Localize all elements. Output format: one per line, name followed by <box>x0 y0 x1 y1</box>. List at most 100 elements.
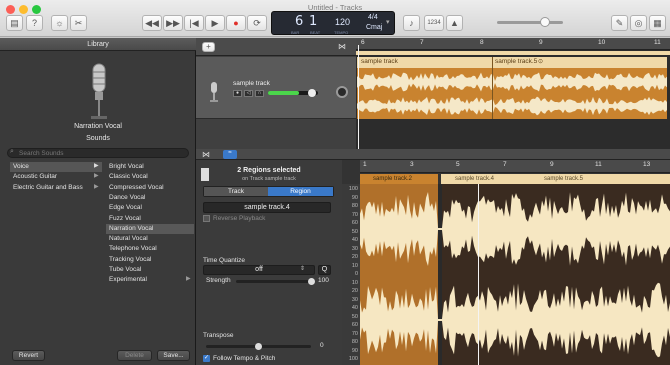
loop-icon: ◎ <box>634 18 643 28</box>
ruler-tick: 7 <box>503 161 507 168</box>
master-volume-knob[interactable] <box>540 17 550 27</box>
editor-waveform-area[interactable] <box>360 184 670 365</box>
waveform <box>360 192 670 358</box>
editor-ruler[interactable]: 1 3 5 7 9 11 13 <box>360 160 670 173</box>
loop-browser-button[interactable]: ◎ <box>630 15 647 31</box>
strength-value: 100 <box>318 277 329 284</box>
audio-region[interactable] <box>357 57 667 119</box>
lcd-display[interactable]: 6 1 BAR BEAT 120 TEMPO 4/4 Cmaj ▾ <box>271 11 395 35</box>
library-button[interactable]: ▤ <box>6 15 23 31</box>
ruler-tick: 7 <box>420 39 424 46</box>
master-volume-slider[interactable] <box>497 21 563 24</box>
axis-tick-label: 50 <box>351 313 358 320</box>
chevron-right-icon: ▶ <box>94 184 99 190</box>
editors-button[interactable]: ✂ <box>70 15 87 31</box>
save-button[interactable]: Save... <box>157 350 190 361</box>
fast-forward-icon: ▶▶ <box>166 18 180 28</box>
cycle-button[interactable]: ⟳ <box>247 15 267 31</box>
strength-knob[interactable] <box>308 278 315 285</box>
sound-item[interactable]: Compressed Vocal <box>106 183 194 193</box>
axis-tick-label: 20 <box>351 288 358 294</box>
lcd-bar: 6 <box>295 14 304 29</box>
tuner-button[interactable]: ♪ <box>403 15 420 31</box>
go-to-beginning-button[interactable]: |◀ <box>184 15 204 31</box>
cycle-icon: ⟳ <box>253 18 261 28</box>
record-enable-icon[interactable]: ● <box>233 90 242 97</box>
go-to-beginning-icon: |◀ <box>189 18 199 28</box>
axis-tick-label: 20 <box>351 254 358 260</box>
editor-region-tab[interactable]: sample track.5 <box>530 174 670 184</box>
track-name[interactable]: sample track <box>233 80 270 87</box>
amplitude-axis: 100 90 80 70 60 50 40 30 20 10 0 10 20 30 40 50 60 70 80 90… <box>342 184 360 365</box>
transpose-knob[interactable] <box>255 343 262 350</box>
quantize-button[interactable]: Q <box>318 265 331 275</box>
ruler-tick: 8 <box>480 39 484 46</box>
cycle-area[interactable] <box>356 51 670 55</box>
follow-label: Follow Tempo & Pitch <box>213 355 276 362</box>
sound-item[interactable]: Edge Vocal <box>106 203 194 213</box>
region-divider <box>492 57 493 119</box>
notepad-button[interactable]: ✎ <box>611 15 628 31</box>
ruler-tick: 13 <box>643 161 651 168</box>
library-icon: ▤ <box>10 18 19 28</box>
revert-button[interactable]: Revert <box>12 350 45 361</box>
record-button[interactable]: ● <box>226 15 246 31</box>
sound-item[interactable]: Natural Vocal <box>106 234 194 244</box>
reverse-checkbox[interactable] <box>203 215 210 222</box>
sound-item[interactable]: Tracking Vocal <box>106 255 194 265</box>
sound-item[interactable]: Telephone Vocal <box>106 244 194 254</box>
track-header[interactable] <box>196 57 356 119</box>
editor-region-tab[interactable]: sample track.2 <box>360 174 438 184</box>
region-name-field[interactable]: sample track.4 <box>203 202 331 213</box>
category-acoustic-guitar[interactable]: Acoustic Guitar <box>10 172 102 182</box>
sound-item[interactable]: Tube Vocal <box>106 265 194 275</box>
ruler-tick: 9 <box>550 161 554 168</box>
media-browser-button[interactable]: ▦ <box>649 15 666 31</box>
sound-item[interactable]: Dance Vocal <box>106 193 194 203</box>
catch-icon[interactable]: ⋈ <box>202 150 210 159</box>
sound-item[interactable]: Bright Vocal <box>106 162 194 172</box>
delete-button[interactable]: Delete <box>117 350 152 361</box>
play-button[interactable]: ▶ <box>205 15 225 31</box>
catch-playhead-icon[interactable]: ⋈ <box>338 42 346 51</box>
mute-icon[interactable]: ◁ <box>244 90 253 97</box>
add-track-button[interactable]: + <box>202 42 215 52</box>
transpose-value: 0 <box>320 342 324 349</box>
help-button[interactable]: ? <box>26 15 43 31</box>
time-quantize-select[interactable]: off <box>203 265 315 275</box>
sound-item[interactable]: Classic Vocal <box>106 172 194 182</box>
axis-tick-label: 40 <box>351 305 358 311</box>
follow-checkbox[interactable]: ✓ <box>203 355 210 362</box>
smart-controls-button[interactable]: ☼ <box>51 15 68 31</box>
editor-region-tab[interactable]: sample track.4 <box>441 174 530 184</box>
sound-item-selected[interactable]: Narration Vocal <box>106 224 194 234</box>
record-icon: ● <box>233 18 239 28</box>
playhead[interactable] <box>358 45 359 149</box>
category-voice[interactable]: Voice <box>10 162 102 172</box>
playhead[interactable] <box>478 184 479 365</box>
sound-item[interactable]: Fuzz Vocal <box>106 214 194 224</box>
strength-slider[interactable] <box>236 280 312 283</box>
search-sounds-input[interactable]: Search Sounds <box>7 148 189 158</box>
flex-icon[interactable]: ≈ <box>223 150 237 159</box>
metronome-button[interactable]: ▲ <box>446 15 463 31</box>
track-headers: + ⋈ sample track ● ◁ ∩ <box>196 38 356 149</box>
sound-item[interactable]: Experimental <box>106 275 194 285</box>
ruler-tick: 6 <box>361 39 365 46</box>
rewind-button[interactable]: ◀◀ <box>142 15 162 31</box>
count-in-button[interactable]: 1234 <box>424 15 444 31</box>
headphones-icon[interactable]: ∩ <box>255 90 264 97</box>
chevron-right-icon: ▶ <box>186 276 191 282</box>
pan-knob[interactable] <box>336 86 348 98</box>
category-electric-guitar[interactable]: Electric Guitar and Bass <box>10 183 102 193</box>
search-icon: ⌕ <box>10 148 14 155</box>
tracks-ruler[interactable]: 6 7 8 9 10 11 <box>356 38 670 50</box>
tab-track[interactable]: Track <box>204 187 268 196</box>
patch-name: Narration Vocal <box>74 123 122 130</box>
tab-region[interactable]: Region <box>268 187 333 196</box>
track-volume-knob[interactable] <box>308 89 316 97</box>
lcd-menu-icon[interactable]: ▾ <box>386 18 390 26</box>
axis-tick-label: 90 <box>351 194 358 201</box>
axis-tick-label: 70 <box>351 330 358 337</box>
fast-forward-button[interactable]: ▶▶ <box>163 15 183 31</box>
